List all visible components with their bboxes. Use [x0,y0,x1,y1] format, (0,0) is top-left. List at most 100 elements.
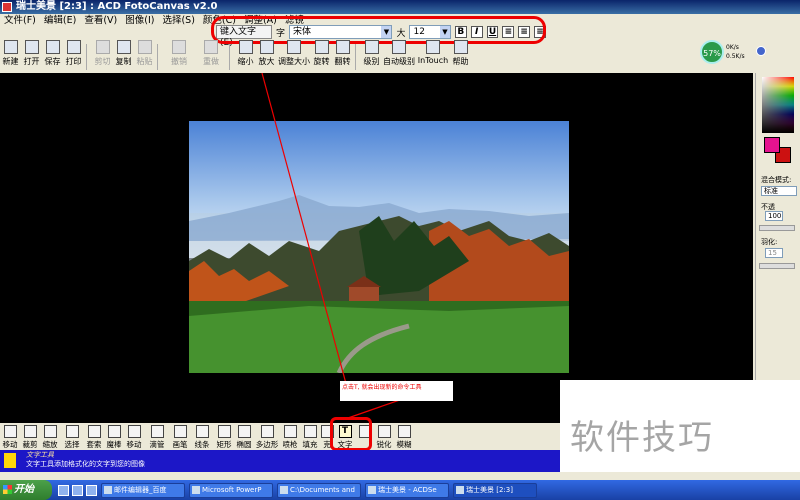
window-title: 瑞士美景 [2:3] : ACD FotoCanvas v2.0 [16,1,218,12]
image-canvas[interactable] [0,73,753,423]
upload-rate: 0K/s [726,44,739,51]
resize-button[interactable]: 调整大小 [277,40,311,70]
tool-select[interactable]: 选择 [60,425,84,450]
menu-select[interactable]: 选择(S) [158,14,198,28]
network-widget[interactable]: 57% 0K/s 0.5K/s [700,40,768,64]
feather-input[interactable]: 15 [765,248,783,258]
resize-icon [287,40,301,54]
rectangle-icon [217,425,231,438]
print-icon [66,40,81,54]
foreground-color-swatch[interactable] [764,137,780,153]
taskbar-item-active[interactable]: 瑞士美景 [2:3] [453,482,537,498]
menu-image[interactable]: 图像(I) [121,14,158,28]
network-gauge: 57% [700,40,724,64]
tool-eyedropper[interactable]: 滴管 [144,425,170,450]
color-panel: 混合模式: 标准 不透 100 羽化: 15 [755,73,800,423]
print-button[interactable]: 打印 [63,40,84,70]
move-cross-icon [127,425,141,438]
ie-icon[interactable] [58,484,69,496]
line-icon [195,425,209,438]
highlight-circle [330,417,372,451]
start-button[interactable]: 开始 [0,480,52,500]
app-icon [2,2,12,12]
tool-move[interactable]: 移动 [124,425,144,450]
redo-button[interactable]: 重做 [195,40,227,70]
tool-sharpen[interactable]: 锐化 [374,425,394,450]
taskbar-item[interactable]: 瑞士美景 - ACDSe [365,482,449,498]
opacity-input[interactable]: 100 [765,211,783,221]
bulb-icon [4,453,16,468]
tool-rectangle[interactable]: 矩形 [214,425,234,450]
tool-ellipse[interactable]: 椭圆 [234,425,254,450]
tool-brush[interactable]: 画笔 [170,425,190,450]
undo-button[interactable]: 撤销 [163,40,195,70]
toolbar-divider [229,44,233,70]
tool-line[interactable]: 线条 [190,425,214,450]
sharpen-icon [377,425,391,438]
tool-description-bar: 文字工具 文字工具添加格式化的文字到您的图像 [0,450,560,472]
auto-levels-icon [392,40,406,54]
undo-icon [172,40,186,54]
tool-title: 文字工具 [26,451,54,459]
ellipse-icon [237,425,251,438]
tool-palette: 移动 裁剪 缩放 选择 套索 魔棒 移动 滴管 画笔 线条 矩形 椭圆 多边形 … [0,423,560,450]
tool-lasso[interactable]: 套索 [84,425,104,450]
paste-button[interactable]: 粘贴 [134,40,155,70]
flip-icon [335,40,350,54]
taskbar-item[interactable]: Microsoft PowerP [189,482,273,498]
menu-edit[interactable]: 编辑(E) [40,14,80,28]
blend-mode-label: 混合模式: [761,176,792,184]
tool-blur[interactable]: 模糊 [394,425,414,450]
flip-button[interactable]: 翻转 [332,40,353,70]
tool-magic-wand[interactable]: 魔棒 [104,425,124,450]
help-button[interactable]: 帮助 [450,40,471,70]
tool-description: 文字工具添加格式化的文字到您的图像 [26,460,145,468]
paste-icon [137,40,152,54]
tool-zoom[interactable]: 缩放 [40,425,60,450]
intouch-icon [426,40,440,54]
zoom-out-icon [238,40,253,54]
download-rate: 0.5K/s [726,53,745,60]
menu-view[interactable]: 查看(V) [80,14,121,28]
taskbar-item[interactable]: 邮件编辑器_百度 [101,482,185,498]
media-icon[interactable] [86,484,97,496]
magnify-icon [43,425,57,438]
copy-button[interactable]: 复制 [113,40,134,70]
blend-mode-select[interactable]: 标准 [761,186,797,196]
brush-icon [173,425,187,438]
redo-icon [204,40,218,54]
annotation-arrow [261,73,421,419]
rotate-button[interactable]: 旋转 [311,40,332,70]
tool-polygon[interactable]: 多边形 [254,425,280,450]
crop-icon [23,425,37,438]
save-button[interactable]: 保存 [42,40,63,70]
tool-crop[interactable]: 裁剪 [20,425,40,450]
cut-button[interactable]: 剪切 [92,40,113,70]
magic-wand-icon [107,425,121,438]
open-button[interactable]: 打开 [21,40,42,70]
tool-hand[interactable]: 移动 [0,425,20,450]
levels-button[interactable]: 级别 [361,40,382,70]
rotate-icon [314,40,329,54]
zoom-in-icon [259,40,274,54]
taskbar-item[interactable]: C:\Documents and [277,482,361,498]
auto-levels-button[interactable]: 自动级别 [382,40,416,70]
zoom-in-button[interactable]: 放大 [256,40,277,70]
zoom-out-button[interactable]: 缩小 [235,40,256,70]
fill-bucket-icon [303,425,317,438]
blur-icon [397,425,411,438]
save-icon [45,40,60,54]
intouch-button[interactable]: InTouch [416,40,450,70]
lasso-icon [87,425,101,438]
tool-fill[interactable]: 填充 [300,425,320,450]
airbrush-icon [283,425,297,438]
menu-file[interactable]: 文件(F) [0,14,40,28]
tool-airbrush[interactable]: 喷枪 [280,425,300,450]
watermark-box: 软件技巧 [560,380,800,472]
rect-select-icon [65,425,79,438]
opacity-slider[interactable] [759,225,795,231]
desktop-icon[interactable] [72,484,83,496]
feather-slider[interactable] [759,263,795,269]
title-bar: 瑞士美景 [2:3] : ACD FotoCanvas v2.0 [0,0,800,14]
new-button[interactable]: 新建 [0,40,21,70]
